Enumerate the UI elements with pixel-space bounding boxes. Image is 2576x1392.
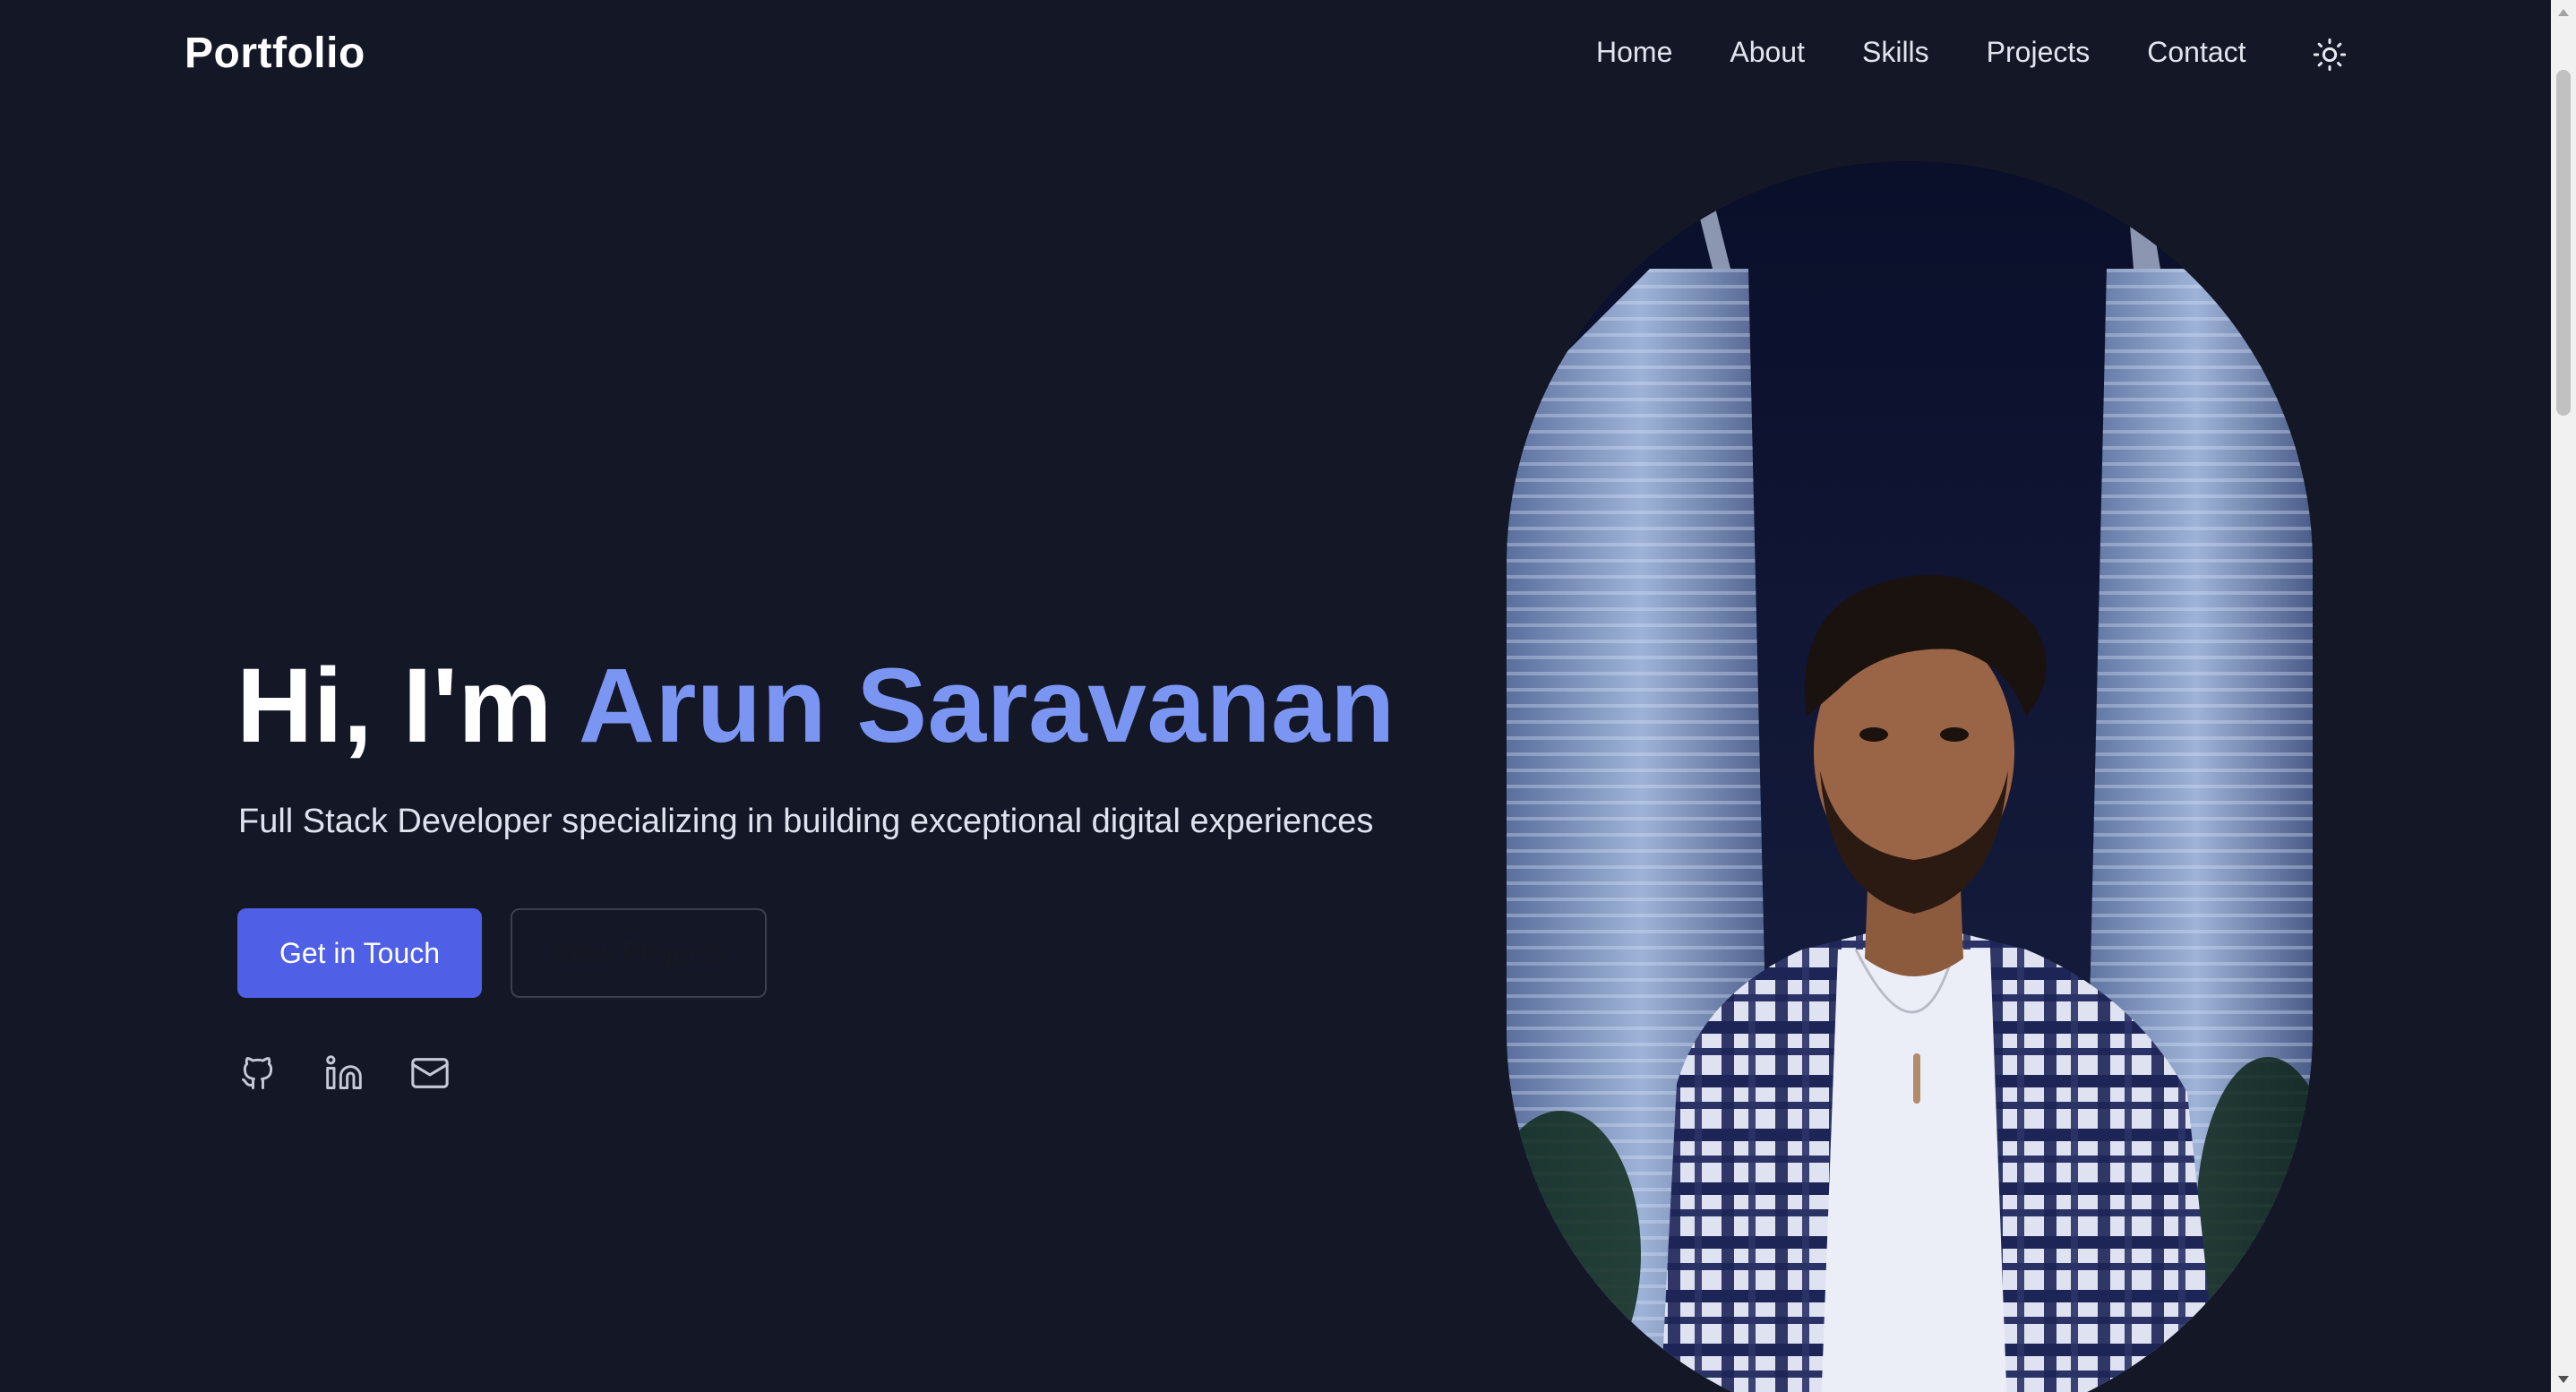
triangle-up-icon: [2558, 9, 2569, 16]
nav-projects[interactable]: Projects: [1987, 36, 2091, 69]
site-logo[interactable]: Portfolio: [185, 29, 365, 78]
profile-photo-illustration: [1507, 161, 2313, 1392]
nav-home[interactable]: Home: [1596, 36, 1672, 69]
nav-skills[interactable]: Skills: [1862, 36, 1929, 69]
get-in-touch-button[interactable]: Get in Touch: [237, 908, 482, 998]
social-links: [236, 1052, 451, 1095]
email-link[interactable]: [408, 1052, 451, 1095]
hero-name: Arun Saravanan: [578, 647, 1395, 765]
triangle-down-icon: [2558, 1376, 2569, 1383]
mail-icon: [411, 1058, 449, 1088]
hero-subtitle: Full Stack Developer specializing in bui…: [238, 803, 1374, 840]
vertical-scrollbar[interactable]: [2551, 0, 2576, 1392]
theme-toggle-button[interactable]: [2307, 32, 2352, 77]
scroll-thumb[interactable]: [2556, 70, 2571, 416]
github-link[interactable]: [236, 1052, 279, 1095]
hero-title: Hi, I'm Arun Saravanan: [236, 645, 1395, 767]
linkedin-link[interactable]: [322, 1052, 365, 1095]
nav-about[interactable]: About: [1730, 36, 1805, 69]
portfolio-page: Portfolio Home About Skills Projects Con…: [0, 0, 2576, 1392]
linkedin-icon: [326, 1055, 362, 1089]
nav-contact[interactable]: Contact: [2147, 36, 2245, 69]
main-nav: Home About Skills Projects Contact: [1596, 36, 2246, 69]
sun-icon: [2313, 38, 2347, 72]
scroll-up-arrow[interactable]: [2551, 0, 2576, 25]
github-icon: [242, 1057, 273, 1089]
profile-photo: [1507, 161, 2313, 1392]
scroll-down-arrow[interactable]: [2551, 1367, 2576, 1392]
view-projects-button[interactable]: View Projects: [511, 908, 767, 998]
hero-greeting: Hi, I'm: [236, 647, 579, 765]
